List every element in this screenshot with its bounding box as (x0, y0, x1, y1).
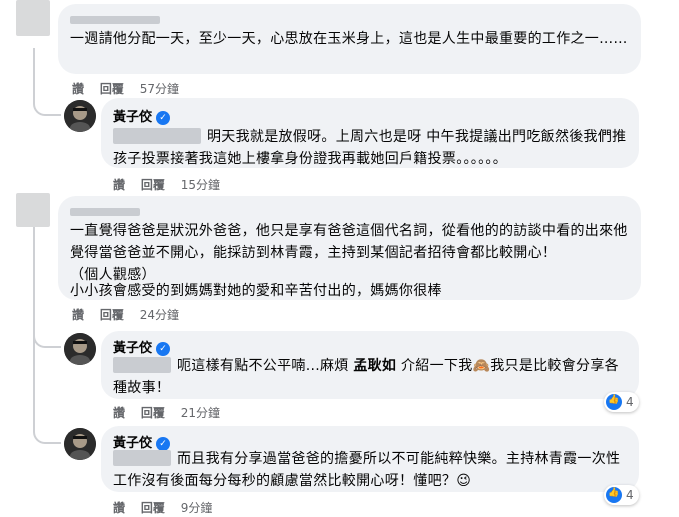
comment-text: 明天我就是放假呀。上周六也是呀 中午我提議出門吃飯然後我們推孩子投票接著我這她上… (113, 128, 627, 167)
mention-redacted[interactable] (113, 450, 171, 466)
thread-branch (33, 424, 61, 444)
profile-photo-icon (64, 333, 96, 365)
avatar[interactable] (64, 333, 96, 365)
reply-button[interactable]: 回覆 (141, 406, 165, 420)
avatar[interactable] (16, 193, 50, 227)
timestamp[interactable]: 57分鐘 (140, 82, 179, 96)
avatar[interactable] (64, 428, 96, 460)
avatar[interactable] (16, 0, 50, 36)
see-no-evil-monkey-icon: 🙈 (472, 358, 491, 374)
mention-redacted[interactable] (113, 357, 171, 373)
profile-photo-icon (64, 428, 96, 460)
like-button[interactable]: 讚 (113, 406, 125, 420)
timestamp[interactable]: 15分鐘 (181, 178, 220, 192)
reply-button[interactable]: 回覆 (100, 82, 124, 96)
comment-bubble: 一直覺得爸爸是狀況外爸爸，他只是享有爸爸這個代名詞，從看他的的訪談中看的出來他覺… (58, 196, 641, 300)
thread-line (33, 48, 35, 98)
comment-actions: 讚 回覆 24分鐘 (72, 306, 179, 323)
verified-badge-icon: ✓ (156, 111, 171, 125)
comment-text: 呃這樣有點不公平喃...麻煩 孟耿如 介紹一下我🙈我只是比較會分享各種故事！ (113, 357, 619, 396)
like-reaction-icon (606, 394, 622, 410)
author-name[interactable]: 黃子佼 ✓ (113, 337, 171, 356)
timestamp[interactable]: 9分鐘 (181, 501, 213, 515)
verified-badge-icon: ✓ (156, 342, 171, 356)
timestamp[interactable]: 24分鐘 (140, 308, 179, 322)
like-reaction-icon (606, 487, 622, 503)
comment-text: 而且我有分享過當爸爸的擔憂所以不可能純粹快樂。主持林青霞一次性工作沒有後面每分每… (113, 450, 621, 489)
like-button[interactable]: 讚 (113, 178, 125, 192)
reply-bubble: 黃子佼 ✓ 而且我有分享過當爸爸的擔憂所以不可能純粹快樂。主持林青霞一次性工作沒有… (101, 426, 639, 492)
reply-bubble: 黃子佼 ✓ 呃這樣有點不公平喃...麻煩 孟耿如 介紹一下我🙈我只是比較會分享各種… (101, 331, 639, 399)
reply-button[interactable]: 回覆 (141, 501, 165, 515)
comment-actions: 讚 回覆 15分鐘 (113, 176, 220, 193)
mention-link[interactable]: 孟耿如 (353, 358, 396, 374)
reply-bubble: 黃子佼 ✓ 明天我就是放假呀。上周六也是呀 中午我提議出門吃飯然後我們推孩子投票接… (101, 98, 639, 168)
comment-bubble: 一週請他分配一天，至少一天，心思放在玉米身上，這也是人生中最重要的工作之一…… (58, 4, 641, 74)
like-button[interactable]: 讚 (72, 82, 84, 96)
comment-text: 一直覺得爸爸是狀況外爸爸，他只是享有爸爸這個代名詞，從看他的的訪談中看的出來他覺… (70, 223, 628, 261)
thread-line (33, 226, 35, 426)
winking-face-icon: 😉 (456, 473, 472, 489)
comment-text: 小小孩會感受的到媽媽對她的愛和辛苦付出的，媽媽你很棒 (70, 283, 442, 299)
thread-branch (33, 96, 61, 116)
comment-actions: 讚 回覆 21分鐘 (113, 404, 220, 421)
profile-photo-icon (64, 100, 96, 132)
timestamp[interactable]: 21分鐘 (181, 406, 220, 420)
comment-text: 一週請他分配一天，至少一天，心思放在玉米身上，這也是人生中最重要的工作之一…… (70, 31, 628, 47)
comment-actions: 讚 回覆 9分鐘 (113, 499, 212, 516)
comment-actions: 讚 回覆 57分鐘 (72, 80, 179, 97)
thread-branch (33, 328, 61, 348)
author-name[interactable]: 黃子佼 ✓ (113, 106, 171, 125)
reply-button[interactable]: 回覆 (141, 178, 165, 192)
like-button[interactable]: 讚 (113, 501, 125, 515)
reaction-count[interactable]: 4 (604, 485, 639, 505)
author-name-redacted[interactable] (70, 208, 140, 216)
mention-redacted[interactable] (113, 128, 201, 144)
avatar[interactable] (64, 100, 96, 132)
reaction-count[interactable]: 4 (604, 392, 639, 412)
reply-button[interactable]: 回覆 (100, 308, 124, 322)
like-button[interactable]: 讚 (72, 308, 84, 322)
author-name-redacted[interactable] (70, 16, 160, 24)
